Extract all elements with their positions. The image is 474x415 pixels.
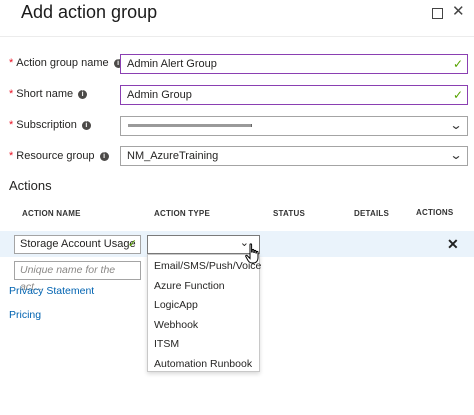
- resource-group-select[interactable]: NM_AzureTraining ⌄: [120, 146, 468, 166]
- redacted-subscription-bar: [128, 124, 252, 127]
- subscription-label: * Subscription i: [9, 117, 91, 133]
- column-header-status: STATUS: [273, 209, 306, 218]
- column-header-action-name: ACTION NAME: [22, 209, 81, 218]
- short-name-label: * Short name i: [9, 86, 88, 102]
- dropdown-option-logicapp[interactable]: LogicApp: [148, 296, 259, 316]
- check-icon: ✓: [452, 88, 463, 102]
- dropdown-option-itsm[interactable]: ITSM: [148, 335, 259, 355]
- column-header-details: DETAILS: [354, 209, 390, 218]
- privacy-statement-link[interactable]: Privacy Statement: [9, 285, 94, 297]
- dropdown-option-email[interactable]: Email/SMS/Push/Voice: [148, 257, 261, 277]
- subscription-select[interactable]: ⌄: [120, 116, 468, 136]
- pricing-link[interactable]: Pricing: [9, 309, 41, 321]
- column-header-actions: ACTIONS: [416, 208, 454, 217]
- info-icon[interactable]: i: [78, 89, 88, 99]
- window-title: Add action group: [21, 2, 158, 22]
- action-type-dropdown: Email/SMS/Push/Voice Azure Function Logi…: [147, 254, 261, 375]
- action-group-name-field[interactable]: Admin Alert Group ✓: [120, 54, 468, 74]
- chevron-down-icon: ⌄: [449, 148, 463, 162]
- short-name-field[interactable]: Admin Group ✓: [120, 85, 468, 105]
- dropdown-option-azure-function[interactable]: Azure Function: [148, 277, 259, 297]
- info-icon[interactable]: i: [99, 151, 109, 161]
- dropdown-option-webhook[interactable]: Webhook: [148, 316, 259, 336]
- chevron-down-icon: ⌄: [449, 118, 463, 132]
- actions-section-title: Actions: [9, 178, 52, 193]
- new-action-name-input[interactable]: Unique name for the act...: [14, 261, 141, 293]
- column-header-action-type: ACTION TYPE: [154, 209, 210, 218]
- dropdown-option-automation-runbook[interactable]: Automation Runbook: [148, 355, 259, 375]
- check-icon: ✓: [127, 238, 137, 250]
- info-icon[interactable]: i: [81, 120, 91, 130]
- close-icon[interactable]: ✕: [452, 4, 466, 19]
- resource-group-label: * Resource group i: [9, 148, 109, 164]
- action-name-input[interactable]: Storage Account Usage ✓: [14, 235, 141, 254]
- check-icon: ✓: [452, 57, 463, 71]
- action-group-name-label: * Action group name i: [9, 55, 123, 71]
- action-type-select[interactable]: ⌄: [147, 235, 260, 254]
- maximize-icon[interactable]: [432, 8, 443, 19]
- title-divider: [0, 36, 474, 37]
- hand-cursor-icon: [245, 243, 259, 264]
- delete-action-icon[interactable]: ✕: [447, 236, 459, 253]
